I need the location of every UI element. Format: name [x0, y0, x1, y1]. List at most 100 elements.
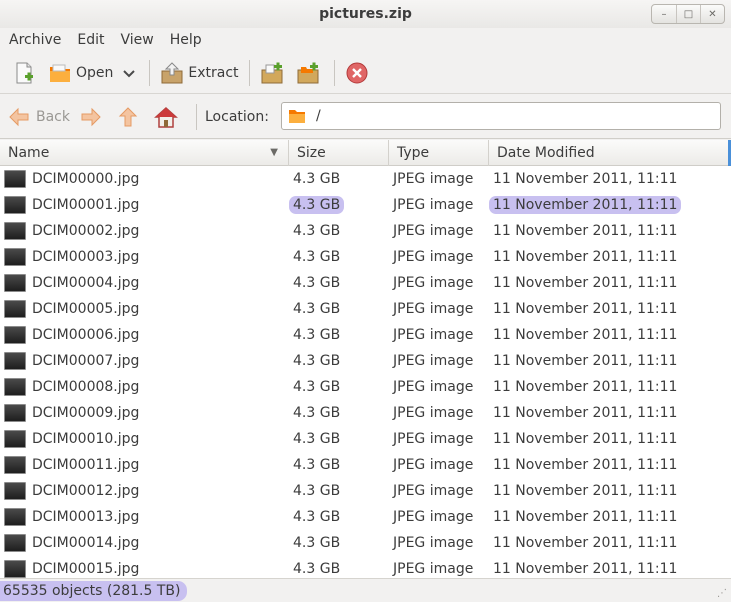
menu-view[interactable]: View	[113, 32, 162, 48]
file-type: JPEG image	[393, 483, 474, 499]
table-row[interactable]: DCIM00000.jpg 4.3 GB JPEG image 11 November…	[0, 166, 731, 192]
menu-archive[interactable]: Archive	[1, 32, 69, 48]
toolbar: Open Extract	[0, 52, 731, 94]
file-name-cell: DCIM00010.jpg	[0, 430, 289, 448]
table-row[interactable]: DCIM00010.jpg 4.3 GB JPEG image 11 November…	[0, 426, 731, 452]
file-date: 11 November 2011, 11:11	[493, 535, 678, 551]
table-row[interactable]: DCIM00003.jpg 4.3 GB JPEG image 11 November…	[0, 244, 731, 270]
file-type: JPEG image	[393, 301, 474, 317]
image-file-icon	[4, 248, 26, 266]
file-date-cell: 11 November 2011, 11:11	[489, 483, 731, 499]
menu-edit[interactable]: Edit	[69, 32, 112, 48]
table-row[interactable]: DCIM00002.jpg 4.3 GB JPEG image 11 November…	[0, 218, 731, 244]
maximize-button[interactable]: □	[676, 5, 700, 23]
file-name-cell: DCIM00001.jpg	[0, 196, 289, 214]
column-header-type-label: Type	[397, 145, 430, 161]
title-bar: pictures.zip – □ ✕	[0, 0, 731, 28]
table-row[interactable]: DCIM00005.jpg 4.3 GB JPEG image 11 November…	[0, 296, 731, 322]
file-type: JPEG image	[393, 249, 474, 265]
file-name-cell: DCIM00005.jpg	[0, 300, 289, 318]
file-type-cell: JPEG image	[389, 301, 489, 317]
file-type: JPEG image	[393, 509, 474, 525]
table-row[interactable]: DCIM00008.jpg 4.3 GB JPEG image 11 November…	[0, 374, 731, 400]
table-row[interactable]: DCIM00015.jpg 4.3 GB JPEG image 11 November…	[0, 556, 731, 578]
extract-button[interactable]: Extract	[156, 56, 242, 90]
table-row[interactable]: DCIM00009.jpg 4.3 GB JPEG image 11 November…	[0, 400, 731, 426]
column-header-name[interactable]: Name ▼	[0, 140, 289, 166]
file-size: 4.3 GB	[293, 275, 341, 291]
file-date: 11 November 2011, 11:11	[493, 431, 678, 447]
up-button[interactable]	[118, 106, 144, 128]
add-files-button[interactable]	[256, 56, 292, 90]
column-header-type[interactable]: Type	[389, 140, 489, 166]
location-field[interactable]: /	[281, 102, 721, 130]
file-size-cell: 4.3 GB	[289, 483, 389, 499]
forward-button[interactable]	[80, 107, 108, 127]
table-row[interactable]: DCIM00014.jpg 4.3 GB JPEG image 11 November…	[0, 530, 731, 556]
file-size: 4.3 GB	[293, 353, 341, 369]
open-button[interactable]: Open	[44, 56, 143, 90]
location-bar: Back Location: /	[0, 95, 731, 139]
home-button[interactable]	[154, 106, 184, 128]
file-size: 4.3 GB	[293, 249, 341, 265]
file-date: 11 November 2011, 11:11	[493, 275, 678, 291]
table-row[interactable]: DCIM00007.jpg 4.3 GB JPEG image 11 November…	[0, 348, 731, 374]
toolbar-separator	[149, 59, 151, 86]
file-type-cell: JPEG image	[389, 561, 489, 577]
close-button[interactable]: ✕	[700, 5, 724, 23]
back-button[interactable]: Back	[8, 107, 70, 127]
table-row[interactable]: DCIM00011.jpg 4.3 GB JPEG image 11 November…	[0, 452, 731, 478]
image-file-icon	[4, 326, 26, 344]
file-type: JPEG image	[393, 457, 474, 473]
file-size: 4.3 GB	[293, 223, 341, 239]
table-row[interactable]: DCIM00013.jpg 4.3 GB JPEG image 11 November…	[0, 504, 731, 530]
file-type: JPEG image	[393, 275, 474, 291]
file-name-cell: DCIM00015.jpg	[0, 560, 289, 578]
file-size: 4.3 GB	[293, 301, 341, 317]
table-row[interactable]: DCIM00001.jpg 4.3 GB JPEG image 11 November…	[0, 192, 731, 218]
menu-help[interactable]: Help	[162, 32, 210, 48]
file-size: 4.3 GB	[293, 431, 341, 447]
image-file-icon	[4, 196, 26, 214]
location-label: Location:	[205, 108, 269, 125]
file-name: DCIM00007.jpg	[32, 353, 140, 369]
file-size: 4.3 GB	[293, 509, 341, 525]
column-header-size[interactable]: Size	[289, 140, 389, 166]
file-type-cell: JPEG image	[389, 535, 489, 551]
file-type: JPEG image	[393, 431, 474, 447]
chevron-down-icon[interactable]	[119, 63, 139, 83]
new-archive-button[interactable]	[8, 56, 44, 90]
stop-button[interactable]	[341, 56, 377, 90]
file-size: 4.3 GB	[293, 327, 341, 343]
folder-icon	[289, 110, 305, 123]
file-date: 11 November 2011, 11:11	[493, 379, 678, 395]
file-name: DCIM00006.jpg	[32, 327, 140, 343]
table-header: Name ▼ Size Type Date Modified	[0, 140, 731, 166]
file-name-cell: DCIM00002.jpg	[0, 222, 289, 240]
table-body: DCIM00000.jpg 4.3 GB JPEG image 11 November…	[0, 166, 731, 578]
resize-grip-icon[interactable]: ⋰	[717, 588, 727, 599]
file-size: 4.3 GB	[293, 483, 341, 499]
table-row[interactable]: DCIM00004.jpg 4.3 GB JPEG image 11 November…	[0, 270, 731, 296]
file-type-cell: JPEG image	[389, 275, 489, 291]
file-size: 4.3 GB	[293, 535, 341, 551]
file-type-cell: JPEG image	[389, 457, 489, 473]
back-arrow-icon	[9, 107, 29, 126]
image-file-icon	[4, 170, 26, 188]
file-name-cell: DCIM00014.jpg	[0, 534, 289, 552]
table-row[interactable]: DCIM00006.jpg 4.3 GB JPEG image 11 November…	[0, 322, 731, 348]
location-separator	[196, 103, 197, 130]
table-row[interactable]: DCIM00012.jpg 4.3 GB JPEG image 11 November…	[0, 478, 731, 504]
file-date-cell: 11 November 2011, 11:11	[489, 223, 731, 239]
file-type: JPEG image	[393, 405, 474, 421]
file-type-cell: JPEG image	[389, 353, 489, 369]
file-date: 11 November 2011, 11:11	[493, 483, 678, 499]
minimize-button[interactable]: –	[652, 5, 676, 23]
file-name: DCIM00009.jpg	[32, 405, 140, 421]
column-header-date-modified[interactable]: Date Modified	[489, 140, 731, 166]
add-folder-button[interactable]	[292, 56, 328, 90]
image-file-icon	[4, 456, 26, 474]
file-date-cell: 11 November 2011, 11:11	[489, 509, 731, 525]
file-name-cell: DCIM00007.jpg	[0, 352, 289, 370]
file-name: DCIM00013.jpg	[32, 509, 140, 525]
